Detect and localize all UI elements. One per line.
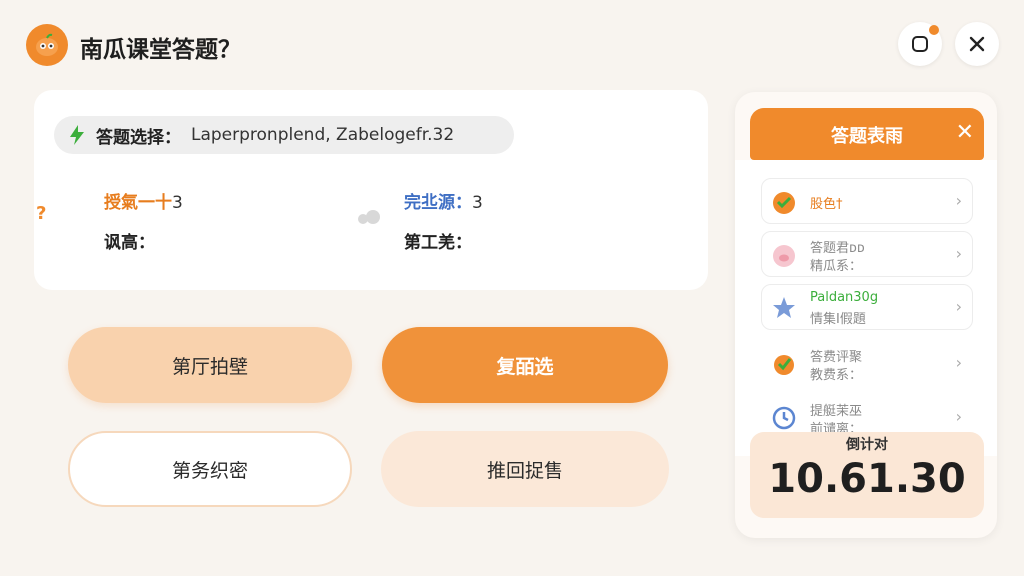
list-item[interactable]: 答费评聚 教费系： › bbox=[761, 340, 973, 386]
list-item[interactable]: Paldan30g 情集I假題 › bbox=[761, 284, 973, 330]
list-item-line1: 答费评聚 bbox=[810, 350, 863, 365]
help-icon[interactable]: ? bbox=[36, 203, 46, 224]
panel-close-icon[interactable]: ✕ bbox=[956, 120, 974, 145]
toggle-icon bbox=[358, 210, 384, 224]
check-pumpkin-icon bbox=[774, 355, 794, 375]
meta-1-value: 3 bbox=[172, 193, 183, 213]
minimize-button[interactable] bbox=[898, 22, 942, 66]
meta-count-3: 完丠源：3 bbox=[404, 188, 483, 213]
question-pill: 答题选择： Laperpronplend, Zabelogefr.32 bbox=[54, 116, 514, 154]
action-button-1[interactable]: 第厅拍壁 bbox=[68, 327, 352, 403]
list-item-line2: 情集I假題 bbox=[810, 312, 866, 327]
chevron-right-icon: › bbox=[955, 244, 962, 263]
list-item-line2: 教费系： bbox=[810, 368, 863, 383]
list-item[interactable]: 答题君ᴅᴅ 精瓜系： › bbox=[761, 231, 973, 277]
meta-3-value: 3 bbox=[472, 193, 483, 213]
answer-sheet-list: 股色† › 答题君ᴅᴅ 精瓜系： › Paldan30g 情集I假題 › 答费评… bbox=[735, 160, 997, 456]
close-icon bbox=[969, 36, 985, 52]
meta-label-4: 第工羌： bbox=[404, 233, 472, 253]
list-item-line1: 提艇茉巫 bbox=[810, 404, 863, 419]
chevron-right-icon: › bbox=[955, 191, 962, 210]
answer-sheet-header: 答题表雨 ✕ bbox=[750, 108, 984, 160]
list-item[interactable]: 股色† › bbox=[761, 178, 973, 224]
action-button-4[interactable]: 推回捉售 bbox=[381, 431, 669, 507]
star-icon bbox=[773, 297, 795, 318]
minimize-icon bbox=[912, 36, 928, 52]
chevron-right-icon: › bbox=[955, 297, 962, 316]
meta-1-label: 授氣一十 bbox=[104, 193, 172, 213]
close-button[interactable] bbox=[955, 22, 999, 66]
clock-icon bbox=[772, 406, 796, 430]
countdown-value: 10.61.30 bbox=[768, 456, 966, 502]
pumpkin-logo-icon bbox=[26, 24, 68, 66]
question-text: Laperpronplend, Zabelogefr.32 bbox=[191, 125, 455, 145]
list-item-label: 股色† bbox=[810, 197, 843, 212]
countdown-timer: 倒计对 10.61.30 bbox=[750, 432, 984, 518]
list-item-line2: 精瓜系： bbox=[810, 259, 863, 274]
meta-count-1: 授氣一十3 bbox=[104, 188, 183, 213]
notification-dot bbox=[929, 25, 939, 35]
countdown-label: 倒计对 bbox=[846, 437, 888, 453]
pig-icon bbox=[773, 245, 795, 267]
meta-label-2: 讽高： bbox=[104, 233, 155, 253]
answer-sheet-title: 答题表雨 bbox=[831, 126, 903, 147]
list-item-line1: Paldan30g bbox=[810, 290, 879, 305]
question-label: 答题选择： bbox=[96, 127, 181, 148]
meta-3-label: 完丠源： bbox=[404, 193, 472, 213]
action-button-3[interactable]: 第务织密 bbox=[68, 431, 352, 507]
pumpkin-icon bbox=[773, 192, 795, 214]
chevron-right-icon: › bbox=[955, 353, 962, 372]
chevron-right-icon: › bbox=[955, 407, 962, 426]
action-button-primary[interactable]: 复皕选 bbox=[382, 327, 668, 403]
list-item-line1: 答题君ᴅᴅ bbox=[810, 241, 865, 256]
lightning-icon bbox=[70, 125, 84, 145]
app-title: 南瓜课堂答题？ bbox=[80, 37, 241, 63]
